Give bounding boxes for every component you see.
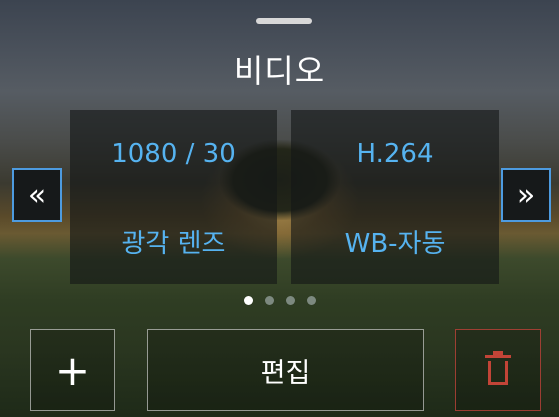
page-title: 비디오: [233, 52, 326, 90]
codec-label: H.264: [356, 139, 434, 169]
video-settings-screen: 비디오 1080 / 30 H.264 광각 렌즈 WB-자동 « » + 편집: [0, 0, 559, 417]
edit-button-label: 편집: [260, 357, 311, 389]
lens-tile[interactable]: 광각 렌즈: [70, 198, 277, 284]
lens-label: 광각 렌즈: [121, 228, 226, 259]
next-page-button[interactable]: »: [501, 168, 551, 222]
page-dot[interactable]: [306, 296, 316, 305]
page-dot[interactable]: [285, 296, 295, 305]
codec-tile[interactable]: H.264: [291, 110, 499, 198]
page-dot[interactable]: [264, 296, 274, 305]
edit-button[interactable]: 편집: [147, 329, 424, 411]
double-chevron-right-icon: »: [516, 177, 536, 213]
prev-page-button[interactable]: «: [12, 168, 62, 222]
drag-handle[interactable]: [256, 18, 312, 24]
page-indicator: [0, 296, 559, 305]
resolution-label: 1080 / 30: [111, 139, 236, 169]
white-balance-label: WB-자동: [344, 228, 446, 259]
trash-icon: [485, 351, 511, 387]
white-balance-tile[interactable]: WB-자동: [291, 198, 499, 284]
double-chevron-left-icon: «: [27, 177, 47, 213]
plus-icon: +: [54, 345, 91, 395]
page-dot[interactable]: [243, 296, 253, 305]
resolution-tile[interactable]: 1080 / 30: [70, 110, 277, 198]
add-button[interactable]: +: [30, 329, 115, 411]
delete-button[interactable]: [455, 329, 541, 411]
